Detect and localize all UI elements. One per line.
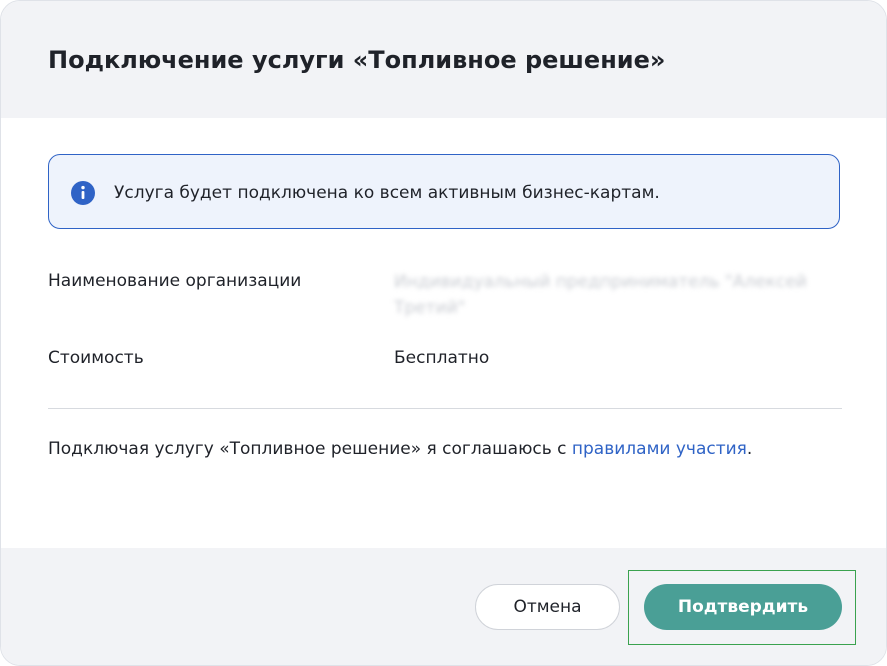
connect-service-dialog: Подключение услуги «Топливное решение» У… — [0, 0, 887, 666]
organization-name-label: Наименование организации — [48, 271, 302, 291]
consent-suffix: . — [746, 439, 753, 459]
divider — [48, 408, 842, 409]
participation-rules-link[interactable]: правилами участия — [572, 439, 747, 459]
consent-prefix: Подключая услугу «Топливное решение» я с… — [48, 439, 572, 459]
consent-text: Подключая услугу «Топливное решение» я с… — [48, 437, 752, 461]
dialog-header: Подключение услуги «Топливное решение» — [1, 1, 886, 118]
cancel-button[interactable]: Отмена — [475, 584, 620, 630]
cost-value: Бесплатно — [394, 348, 490, 368]
info-banner-text: Услуга будет подключена ко всем активным… — [114, 183, 660, 203]
info-banner: Услуга будет подключена ко всем активным… — [48, 154, 840, 229]
organization-name-value: Индивидуальный предприниматель "Алексей … — [394, 272, 807, 318]
dialog-title: Подключение услуги «Топливное решение» — [48, 46, 666, 74]
confirm-button[interactable]: Подтвердить — [644, 584, 842, 630]
cost-label: Стоимость — [48, 348, 144, 368]
confirm-button-highlight: Подтвердить — [628, 570, 856, 645]
dialog-footer: Отмена Подтвердить — [1, 548, 886, 665]
info-icon — [71, 181, 95, 205]
